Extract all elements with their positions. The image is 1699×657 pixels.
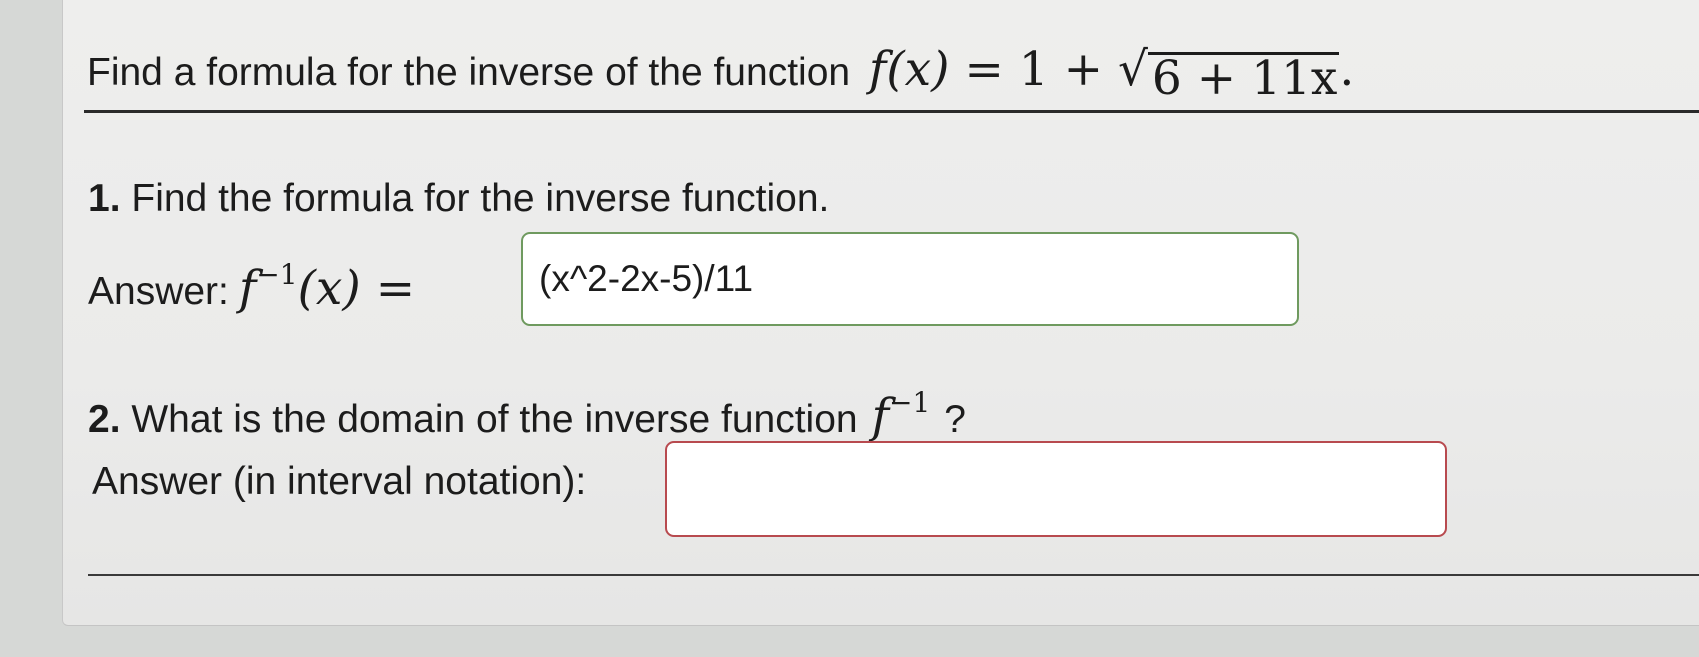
question-2-number: 2.	[88, 398, 121, 441]
question-1-number: 1.	[88, 177, 121, 220]
question-1-text: Find the formula for the inverse functio…	[131, 177, 830, 220]
question-1: 1. Find the formula for the inverse func…	[88, 177, 829, 221]
question-2: 2. What is the domain of the inverse fun…	[88, 386, 966, 444]
inverse-formula-value: (x^2-2x-5)/11	[539, 258, 754, 299]
radical-sign-icon: √	[1117, 42, 1148, 97]
problem-statement: Find a formula for the inverse of the fu…	[87, 38, 1354, 105]
function-lhs: f(x)	[868, 42, 950, 97]
divider-bottom	[88, 574, 1699, 576]
domain-interval-input[interactable]	[665, 441, 1447, 537]
answer-label: Answer:	[88, 270, 229, 313]
formula-period: .	[1339, 42, 1355, 97]
inverse-base-2: f	[871, 389, 890, 444]
inverse-formula-input[interactable]: (x^2-2x-5)/11	[521, 232, 1299, 326]
inverse-exponent: −1	[256, 258, 298, 291]
function-rhs-pre: = 1 +	[964, 42, 1103, 97]
question-mark: ?	[944, 398, 966, 441]
problem-prompt: Find a formula for the inverse of the fu…	[87, 51, 851, 94]
question-2-answer-label: Answer (in interval notation):	[92, 460, 587, 503]
question-2-text: What is the domain of the inverse functi…	[131, 398, 858, 441]
inverse-function-symbol: f−1	[872, 386, 931, 444]
square-root: √ 6 + 11x	[1117, 42, 1340, 102]
inverse-function-notation: f−1(x) =	[239, 258, 415, 316]
function-formula: f(x) = 1 + √ 6 + 11x .	[868, 42, 1355, 102]
inverse-rest: (x) =	[297, 261, 416, 316]
inverse-base: f	[238, 261, 257, 316]
question-1-answer-label: Answer: f−1(x) =	[88, 258, 415, 316]
divider-top	[84, 110, 1699, 113]
inverse-exponent-2: −1	[889, 386, 931, 419]
radicand: 6 + 11x	[1147, 52, 1340, 102]
